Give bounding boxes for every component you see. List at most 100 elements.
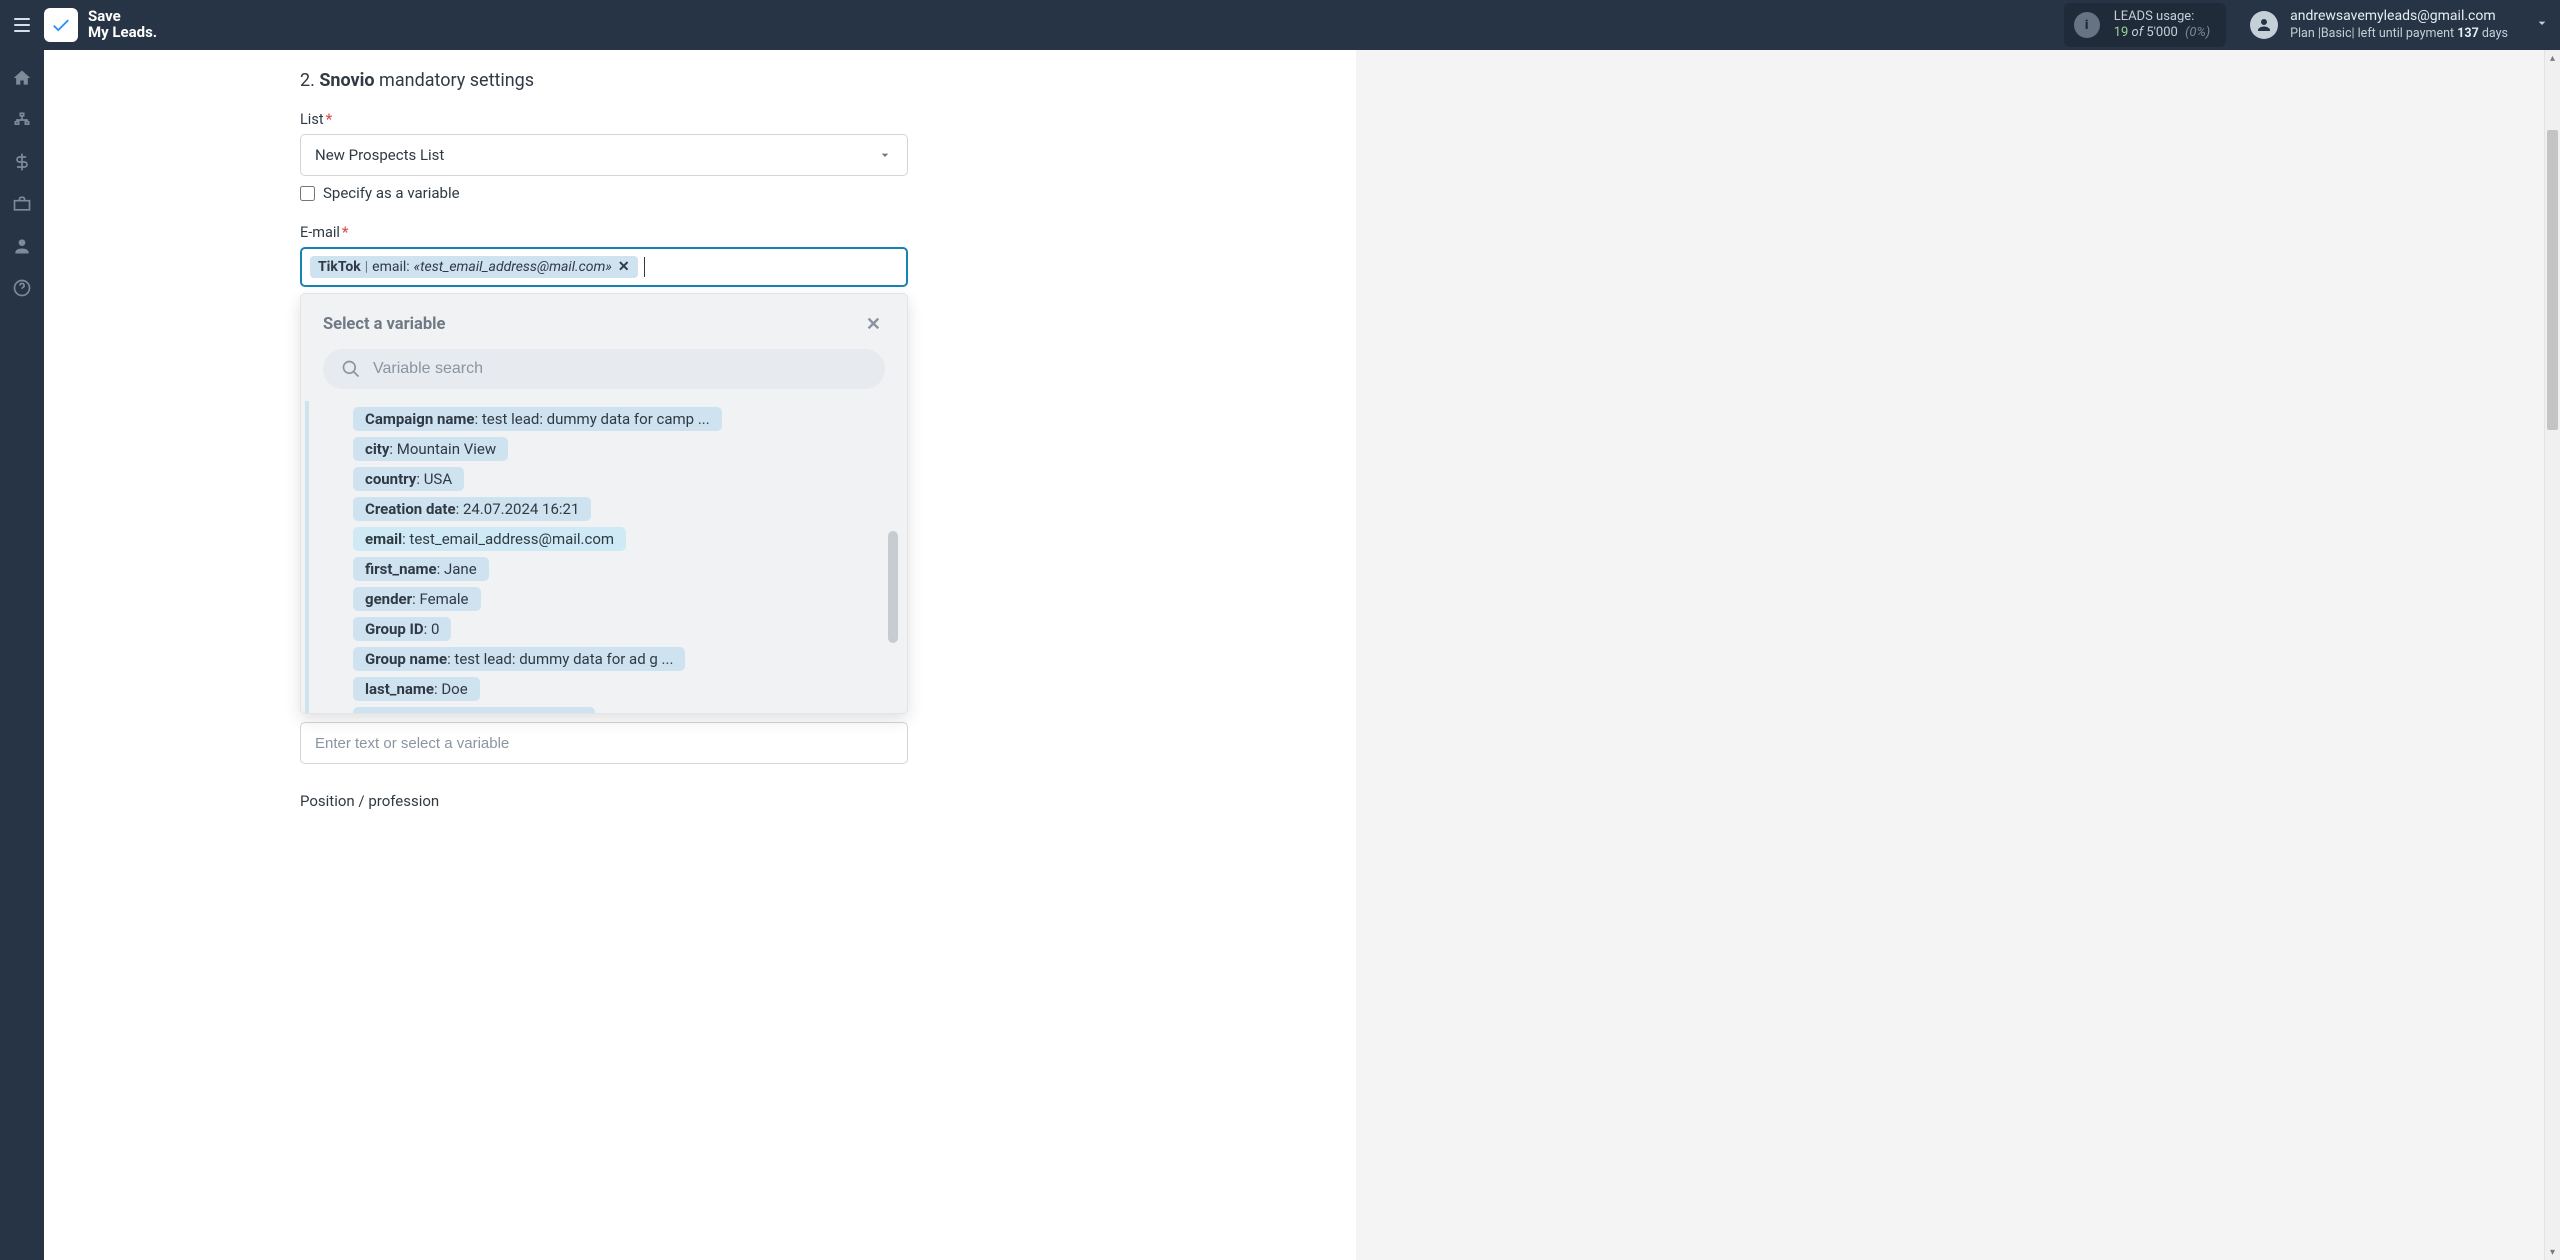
- required-star: *: [326, 111, 333, 128]
- variable-item[interactable]: Group ID: 0: [353, 617, 875, 641]
- variable-dropdown-header: Select a variable ✕: [301, 294, 907, 349]
- variable-chip-value: : test lead: dummy data for camp ...: [475, 410, 710, 428]
- content-panel: 2. Snovio mandatory settings List* New P…: [44, 50, 1356, 1260]
- step-number: 2.: [300, 70, 315, 91]
- variable-chip-key: country: [365, 470, 416, 488]
- variable-search-input[interactable]: [373, 360, 867, 378]
- variable-item[interactable]: city: Mountain View: [353, 437, 875, 461]
- nav-billing-icon[interactable]: [0, 144, 44, 180]
- app-logo: [44, 8, 78, 42]
- step-rest: mandatory settings: [375, 70, 534, 91]
- variable-chip[interactable]: first_name: Jane: [353, 557, 489, 581]
- account-text: andrewsavemyleads@gmail.com Plan |Basic|…: [2290, 8, 2508, 41]
- content-inner: 2. Snovio mandatory settings List* New P…: [300, 70, 908, 810]
- variable-chip-value: : test_email_address@mail.com: [402, 530, 614, 548]
- variable-scroll-thumb[interactable]: [888, 531, 898, 643]
- variable-chip-key: gender: [365, 590, 412, 608]
- variable-chip[interactable]: email: test_email_address@mail.com: [353, 527, 626, 551]
- chevron-down-icon: [875, 135, 895, 175]
- first-name-input[interactable]: [300, 722, 908, 764]
- variable-item[interactable]: first_name: Jane: [353, 557, 875, 581]
- variable-list[interactable]: Campaign name: test lead: dummy data for…: [305, 401, 875, 713]
- text-caret: [644, 257, 645, 277]
- variable-dropdown: Select a variable ✕ Campaign name: test …: [300, 293, 908, 714]
- account-email: andrewsavemyleads@gmail.com: [2290, 8, 2508, 26]
- leads-usage-row: 19 of 5'000 (0%): [2114, 25, 2210, 41]
- variable-chip[interactable]: Group ID: 0: [353, 617, 451, 641]
- nav-help-icon[interactable]: [0, 270, 44, 306]
- variable-search[interactable]: [323, 349, 885, 389]
- info-icon: i: [2074, 12, 2100, 38]
- variable-item[interactable]: last_name: Doe: [353, 677, 875, 701]
- variable-dropdown-title: Select a variable: [323, 315, 445, 334]
- variable-chip-value: : test lead: dummy data for ad g ...: [447, 650, 673, 668]
- leads-usage-widget[interactable]: i LEADS usage: 19 of 5'000 (0%): [2064, 3, 2226, 48]
- variable-chip-value: : 24.07.2024 16:21: [456, 500, 580, 518]
- variable-chip-key: Lead ID: [365, 710, 416, 713]
- close-icon[interactable]: ✕: [862, 310, 885, 339]
- variable-chip-value: : 0: [424, 620, 440, 638]
- variable-chip[interactable]: Lead ID: 7395188752613687568: [353, 707, 595, 713]
- leads-usage-label: LEADS usage:: [2114, 9, 2210, 25]
- variable-chip-key: Group ID: [365, 620, 424, 638]
- variable-chip-key: Group name: [365, 650, 447, 668]
- leads-pct: (0%): [2185, 25, 2210, 40]
- scroll-thumb[interactable]: [2547, 130, 2558, 430]
- variable-item[interactable]: Campaign name: test lead: dummy data for…: [353, 407, 875, 431]
- variable-chip-key: email: [365, 530, 402, 548]
- variable-item[interactable]: country: USA: [353, 467, 875, 491]
- specify-as-variable-checkbox[interactable]: [300, 186, 315, 201]
- variable-chip-value: : Jane: [437, 560, 477, 578]
- nav-briefcase-icon[interactable]: [0, 186, 44, 222]
- check-icon: [50, 14, 72, 36]
- nav-connections-icon[interactable]: [0, 102, 44, 138]
- leads-usage-text: LEADS usage: 19 of 5'000 (0%): [2114, 9, 2210, 42]
- leads-of-word: of: [2132, 25, 2147, 40]
- browser-scrollbar[interactable]: ▴ ▾: [2544, 50, 2560, 1260]
- nav-account-icon[interactable]: [0, 228, 44, 264]
- variable-chip[interactable]: Group name: test lead: dummy data for ad…: [353, 647, 685, 671]
- variable-item[interactable]: email: test_email_address@mail.com: [353, 527, 875, 551]
- account-caret-icon[interactable]: [2534, 15, 2550, 35]
- variable-chip[interactable]: city: Mountain View: [353, 437, 508, 461]
- brand-line2: My Leads.: [88, 25, 157, 41]
- email-token[interactable]: TikTok | email: «test_email_address@mail…: [310, 256, 638, 278]
- menu-toggle-button[interactable]: [10, 14, 34, 36]
- email-label: E-mail*: [300, 224, 908, 241]
- list-select[interactable]: New Prospects List: [300, 134, 908, 176]
- variable-chip[interactable]: Creation date: 24.07.2024 16:21: [353, 497, 591, 521]
- variable-item[interactable]: gender: Female: [353, 587, 875, 611]
- variable-chip-key: Campaign name: [365, 410, 475, 428]
- variable-chip[interactable]: gender: Female: [353, 587, 481, 611]
- variable-item[interactable]: Lead ID: 7395188752613687568: [353, 707, 875, 713]
- variable-chip[interactable]: Campaign name: test lead: dummy data for…: [353, 407, 722, 431]
- variable-chip-value: : Mountain View: [389, 440, 496, 458]
- email-token-input[interactable]: TikTok | email: «test_email_address@mail…: [300, 247, 908, 287]
- variable-scrollbar[interactable]: [887, 401, 899, 713]
- position-label: Position / profession: [300, 792, 908, 810]
- variable-chip-value: : USA: [416, 470, 452, 488]
- variable-chip-key: Creation date: [365, 500, 456, 518]
- scroll-up-icon[interactable]: ▴: [2545, 50, 2560, 66]
- token-value: «test_email_address@mail.com»: [414, 259, 612, 275]
- sidebar: [0, 50, 44, 1260]
- variable-chip-key: last_name: [365, 680, 434, 698]
- required-star: *: [342, 224, 349, 241]
- specify-as-variable-row[interactable]: Specify as a variable: [300, 184, 908, 202]
- variable-list-wrap: Campaign name: test lead: dummy data for…: [301, 401, 907, 713]
- nav-home-icon[interactable]: [0, 60, 44, 96]
- variable-item[interactable]: Creation date: 24.07.2024 16:21: [353, 497, 875, 521]
- variable-chip-value: : Female: [412, 590, 468, 608]
- leads-used: 19: [2114, 25, 2129, 40]
- variable-chip[interactable]: country: USA: [353, 467, 464, 491]
- variable-item[interactable]: Group name: test lead: dummy data for ad…: [353, 647, 875, 671]
- variable-chip-value: : Doe: [434, 680, 468, 698]
- variable-chip[interactable]: last_name: Doe: [353, 677, 480, 701]
- token-remove-icon[interactable]: ✕: [618, 259, 630, 275]
- account-area[interactable]: andrewsavemyleads@gmail.com Plan |Basic|…: [2250, 8, 2550, 41]
- leads-quota: 5'000: [2146, 25, 2178, 40]
- scroll-down-icon[interactable]: ▾: [2545, 1244, 2560, 1260]
- variable-chip-key: city: [365, 440, 389, 458]
- variable-chip-value: : 7395188752613687568: [416, 710, 584, 713]
- search-icon: [341, 359, 361, 379]
